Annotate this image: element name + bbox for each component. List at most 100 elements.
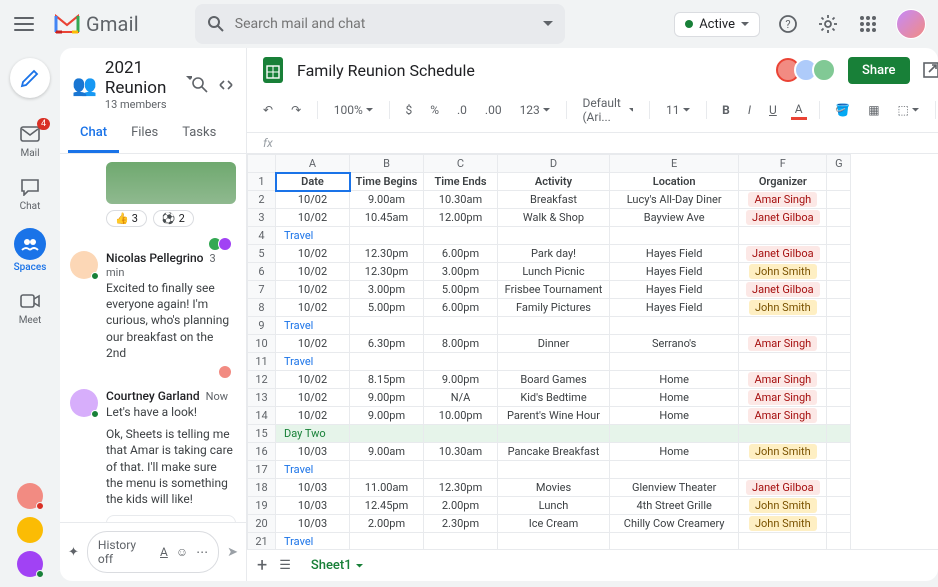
header-cell[interactable]: Time Ends bbox=[424, 173, 498, 191]
row-header[interactable]: 7 bbox=[248, 281, 276, 299]
cell[interactable]: Travel bbox=[276, 533, 350, 550]
cell[interactable]: Chilly Cow Creamery bbox=[610, 515, 739, 533]
cell[interactable]: 3.00pm bbox=[350, 281, 424, 299]
tab-files[interactable]: Files bbox=[119, 115, 170, 153]
cell[interactable]: Day Two bbox=[276, 425, 350, 443]
cell[interactable]: 10/02 bbox=[276, 371, 350, 389]
message-avatar[interactable] bbox=[70, 389, 98, 417]
cell[interactable]: 10.00pm bbox=[424, 407, 498, 425]
dec-decrease-button[interactable]: .0 bbox=[453, 101, 471, 119]
cell[interactable]: 10.30am bbox=[424, 191, 498, 209]
cell[interactable]: 12.30pm bbox=[424, 479, 498, 497]
col-header[interactable]: B bbox=[350, 155, 424, 173]
row-header[interactable]: 9 bbox=[248, 317, 276, 335]
cell[interactable]: 6.30pm bbox=[350, 335, 424, 353]
compose-button[interactable] bbox=[10, 58, 50, 98]
help-button[interactable]: ? bbox=[776, 12, 800, 36]
cell[interactable]: Home bbox=[610, 371, 739, 389]
format-number-button[interactable]: 123 bbox=[516, 101, 554, 119]
cell[interactable]: 3.00pm bbox=[424, 263, 498, 281]
col-header[interactable]: D bbox=[498, 155, 610, 173]
cell[interactable]: 11.00am bbox=[350, 479, 424, 497]
row-header[interactable]: 5 bbox=[248, 245, 276, 263]
cell[interactable]: Hayes Field bbox=[610, 299, 739, 317]
cell[interactable]: John Smith bbox=[739, 299, 827, 317]
cell[interactable]: John Smith bbox=[739, 443, 827, 461]
row-header[interactable]: 1 bbox=[248, 173, 276, 191]
cell[interactable]: 9.00pm bbox=[424, 371, 498, 389]
cell[interactable]: 8.00pm bbox=[424, 335, 498, 353]
header-cell[interactable]: Location bbox=[610, 173, 739, 191]
cell[interactable]: Serrano's bbox=[610, 335, 739, 353]
cell[interactable]: 10/02 bbox=[276, 245, 350, 263]
cell[interactable]: Walk & Shop bbox=[498, 209, 610, 227]
cell[interactable]: Board Games bbox=[498, 371, 610, 389]
undo-button[interactable]: ↶ bbox=[259, 101, 277, 119]
formula-bar[interactable]: fx bbox=[247, 133, 938, 154]
main-menu-button[interactable] bbox=[12, 12, 36, 36]
cell[interactable]: 2.00pm bbox=[424, 497, 498, 515]
row-header[interactable]: 6 bbox=[248, 263, 276, 281]
cell[interactable]: Pancake Breakfast bbox=[498, 443, 610, 461]
space-search-icon[interactable] bbox=[192, 77, 208, 93]
cell[interactable]: Home bbox=[610, 407, 739, 425]
cell[interactable]: Glenview Theater bbox=[610, 479, 739, 497]
cell[interactable]: Frisbee Tournament bbox=[498, 281, 610, 299]
currency-button[interactable]: $ bbox=[401, 101, 416, 119]
search-input[interactable] bbox=[235, 16, 543, 32]
cell[interactable]: Amar Singh bbox=[739, 191, 827, 209]
rail-mail[interactable]: 4 Mail bbox=[0, 116, 60, 165]
col-header[interactable]: E bbox=[610, 155, 739, 173]
reaction-chip[interactable]: 👍3 bbox=[106, 210, 147, 227]
cell[interactable]: Kid's Bedtime bbox=[498, 389, 610, 407]
cell[interactable]: 10.45am bbox=[350, 209, 424, 227]
emoji-icon[interactable]: ☺ bbox=[176, 545, 188, 559]
fontsize-select[interactable]: 11 bbox=[662, 101, 694, 119]
cell[interactable]: 12.00pm bbox=[424, 209, 498, 227]
cell[interactable]: Janet Gilboa bbox=[739, 245, 827, 263]
row-header[interactable]: 20 bbox=[248, 515, 276, 533]
cell[interactable]: Family Pictures bbox=[498, 299, 610, 317]
spreadsheet-grid[interactable]: ABCDEFG1DateTime BeginsTime EndsActivity… bbox=[247, 154, 851, 549]
pinned-contact-1[interactable] bbox=[17, 483, 43, 509]
cell[interactable]: 10/02 bbox=[276, 335, 350, 353]
cell[interactable]: 6.00pm bbox=[424, 245, 498, 263]
rail-meet[interactable]: Meet bbox=[0, 283, 60, 332]
cell[interactable]: 5.00pm bbox=[424, 281, 498, 299]
cell[interactable]: 10.30am bbox=[424, 443, 498, 461]
send-button[interactable]: ➤ bbox=[227, 545, 238, 560]
merge-button[interactable]: ⬚ bbox=[894, 101, 923, 119]
header-cell[interactable]: Date bbox=[276, 173, 350, 191]
cell[interactable]: 10/03 bbox=[276, 443, 350, 461]
fill-color-button[interactable]: 🪣 bbox=[831, 101, 854, 119]
header-cell[interactable]: Time Begins bbox=[350, 173, 424, 191]
cell[interactable]: 12.30pm bbox=[350, 245, 424, 263]
gmail-logo[interactable]: Gmail bbox=[54, 12, 139, 36]
cell[interactable]: Movies bbox=[498, 479, 610, 497]
cell[interactable]: 10/02 bbox=[276, 389, 350, 407]
message-input[interactable]: History off A ☺ ⋯ bbox=[87, 531, 219, 573]
tab-chat[interactable]: Chat bbox=[68, 115, 119, 153]
cell[interactable]: John Smith bbox=[739, 515, 827, 533]
cell[interactable]: Amar Singh bbox=[739, 335, 827, 353]
apps-button[interactable] bbox=[856, 12, 880, 36]
rail-chat[interactable]: Chat bbox=[0, 169, 60, 218]
cell[interactable]: Home bbox=[610, 389, 739, 407]
cell[interactable]: Park day! bbox=[498, 245, 610, 263]
settings-button[interactable] bbox=[816, 12, 840, 36]
cell[interactable]: 9.00am bbox=[350, 443, 424, 461]
sheets-attachment-card[interactable]: Family Reunion Schedule 8 changes since … bbox=[106, 515, 236, 522]
cell[interactable]: 10/03 bbox=[276, 497, 350, 515]
cell[interactable]: 12.30pm bbox=[350, 263, 424, 281]
percent-button[interactable]: % bbox=[426, 101, 443, 119]
row-header[interactable]: 8 bbox=[248, 299, 276, 317]
cell[interactable]: Ice Cream bbox=[498, 515, 610, 533]
space-title[interactable]: 2021 Reunion bbox=[105, 58, 182, 98]
cell[interactable]: 10/02 bbox=[276, 209, 350, 227]
row-header[interactable]: 12 bbox=[248, 371, 276, 389]
cell[interactable]: 2.30pm bbox=[424, 515, 498, 533]
smart-compose-icon[interactable]: ✦ bbox=[68, 545, 79, 560]
image-attachment-preview[interactable] bbox=[106, 162, 236, 204]
cell[interactable]: Lunch bbox=[498, 497, 610, 515]
cell[interactable]: 10/02 bbox=[276, 263, 350, 281]
